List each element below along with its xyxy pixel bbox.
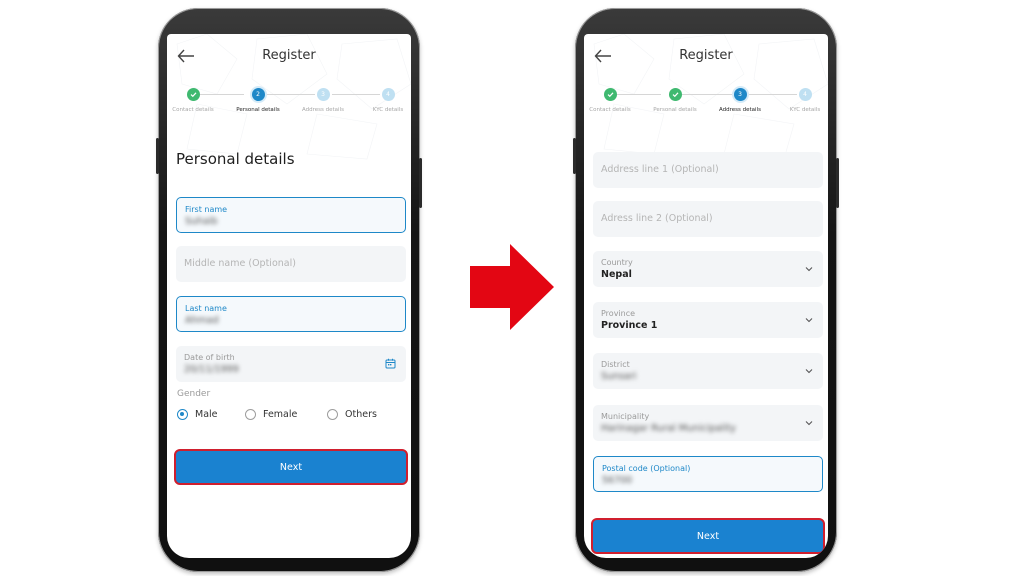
step-connector — [200, 94, 244, 95]
registration-stepper: Contact details Personal details 3 Addre… — [584, 88, 828, 130]
field-label: Postal code (Optional) — [602, 464, 691, 473]
field-value: Province 1 — [601, 320, 658, 331]
calendar-icon[interactable] — [385, 358, 396, 369]
radio-unselected-icon — [327, 408, 338, 420]
app-header: Register — [584, 42, 828, 72]
step-number-2: 2 — [251, 88, 265, 101]
power-button — [836, 158, 839, 208]
step-contact-details: Contact details — [168, 88, 218, 114]
field-placeholder: Middle name (Optional) — [184, 258, 296, 269]
date-of-birth-field[interactable]: Date of birth 20/11/1999 — [176, 346, 406, 382]
district-select[interactable]: District Sunsari — [593, 353, 823, 389]
section-heading: Personal details — [176, 150, 295, 168]
check-icon — [603, 88, 617, 101]
page-title: Register — [679, 48, 733, 63]
postal-code-field[interactable]: Postal code (Optional) 56700 — [593, 456, 823, 492]
radio-label: Male — [195, 408, 218, 420]
step-connector — [617, 94, 661, 95]
step-connector — [682, 94, 732, 95]
field-value: Harinagar Rural Municipality — [601, 423, 736, 434]
middle-name-field[interactable]: Middle name (Optional) — [176, 246, 406, 282]
step-number-4: 4 — [381, 88, 395, 101]
step-label: KYC details — [789, 107, 821, 113]
registration-stepper: Contact details 2 Personal details 3 Add… — [167, 88, 411, 130]
address-line-2-field[interactable]: Adress line 2 (Optional) — [593, 201, 823, 237]
volume-button — [156, 138, 159, 174]
page-title: Register — [262, 48, 316, 63]
municipality-select[interactable]: Municipality Harinagar Rural Municipalit… — [593, 405, 823, 441]
chevron-down-icon — [805, 421, 813, 426]
chevron-down-icon — [805, 369, 813, 374]
field-label: Date of birth — [184, 353, 235, 362]
check-icon — [668, 88, 682, 101]
field-value: Nepal — [601, 269, 632, 280]
power-button — [419, 158, 422, 208]
step-number-4: 4 — [798, 88, 812, 101]
field-value: 20/11/1999 — [184, 364, 239, 375]
field-value: Ahmad — [185, 315, 219, 326]
last-name-field[interactable]: Last name Ahmad — [176, 296, 406, 332]
step-number-3: 3 — [733, 88, 747, 101]
field-label: Municipality — [601, 412, 650, 421]
chevron-down-icon — [805, 267, 813, 272]
step-number-3: 3 — [316, 88, 330, 101]
step-connector — [332, 94, 380, 95]
step-address-details: 3 Address details — [715, 88, 765, 114]
phone-personal-details: Register Contact details 2 Personal deta… — [156, 8, 422, 572]
radio-selected-icon — [177, 408, 188, 420]
address-line-1-field[interactable]: Address line 1 (Optional) — [593, 152, 823, 188]
step-label: Address details — [302, 107, 344, 113]
gender-label: Gender — [177, 389, 211, 399]
gender-radio-female[interactable]: Female — [245, 407, 297, 421]
field-placeholder: Address line 1 (Optional) — [601, 164, 719, 175]
screen-address-details: Register Contact details Personal detail… — [584, 34, 828, 558]
step-contact-details: Contact details — [585, 88, 635, 114]
province-select[interactable]: Province Province 1 — [593, 302, 823, 338]
next-button[interactable]: Next — [591, 518, 825, 554]
radio-unselected-icon — [245, 408, 256, 420]
chevron-down-icon — [805, 318, 813, 323]
red-right-arrow-icon — [470, 244, 554, 330]
field-label: Province — [601, 309, 636, 318]
check-icon — [186, 88, 200, 101]
step-address-details: 3 Address details — [298, 88, 348, 114]
radio-label: Female — [263, 408, 298, 420]
step-label: Address details — [719, 107, 761, 113]
step-personal-details: 2 Personal details — [233, 88, 283, 114]
gender-radio-male[interactable]: Male — [177, 407, 218, 421]
volume-button — [573, 138, 576, 174]
gender-radio-others[interactable]: Others — [327, 407, 377, 421]
field-placeholder: Adress line 2 (Optional) — [601, 213, 713, 224]
step-connector — [265, 94, 315, 95]
field-value: 56700 — [602, 475, 633, 486]
radio-label: Others — [345, 408, 377, 420]
step-label: Personal details — [653, 107, 697, 113]
field-label: Last name — [185, 304, 227, 313]
step-personal-details: Personal details — [650, 88, 700, 114]
step-label: Personal details — [236, 107, 280, 113]
field-value: Suhaib — [185, 216, 218, 227]
field-label: Country — [601, 258, 633, 267]
next-button[interactable]: Next — [174, 449, 408, 485]
step-kyc-details: 4 KYC details — [363, 88, 411, 114]
field-value: Sunsari — [601, 371, 637, 382]
country-select[interactable]: Country Nepal — [593, 251, 823, 287]
step-connector — [749, 94, 797, 95]
step-label: Contact details — [172, 107, 214, 113]
step-kyc-details: 4 KYC details — [780, 88, 828, 114]
step-label: Contact details — [589, 107, 631, 113]
step-label: KYC details — [372, 107, 404, 113]
screen-personal-details: Register Contact details 2 Personal deta… — [167, 34, 411, 558]
phone-address-details: Register Contact details Personal detail… — [573, 8, 839, 572]
app-header: Register — [167, 42, 411, 72]
field-label: First name — [185, 205, 228, 214]
field-label: District — [601, 360, 630, 369]
comparison-stage: Register Contact details 2 Personal deta… — [0, 0, 1024, 576]
first-name-field[interactable]: First name Suhaib — [176, 197, 406, 233]
